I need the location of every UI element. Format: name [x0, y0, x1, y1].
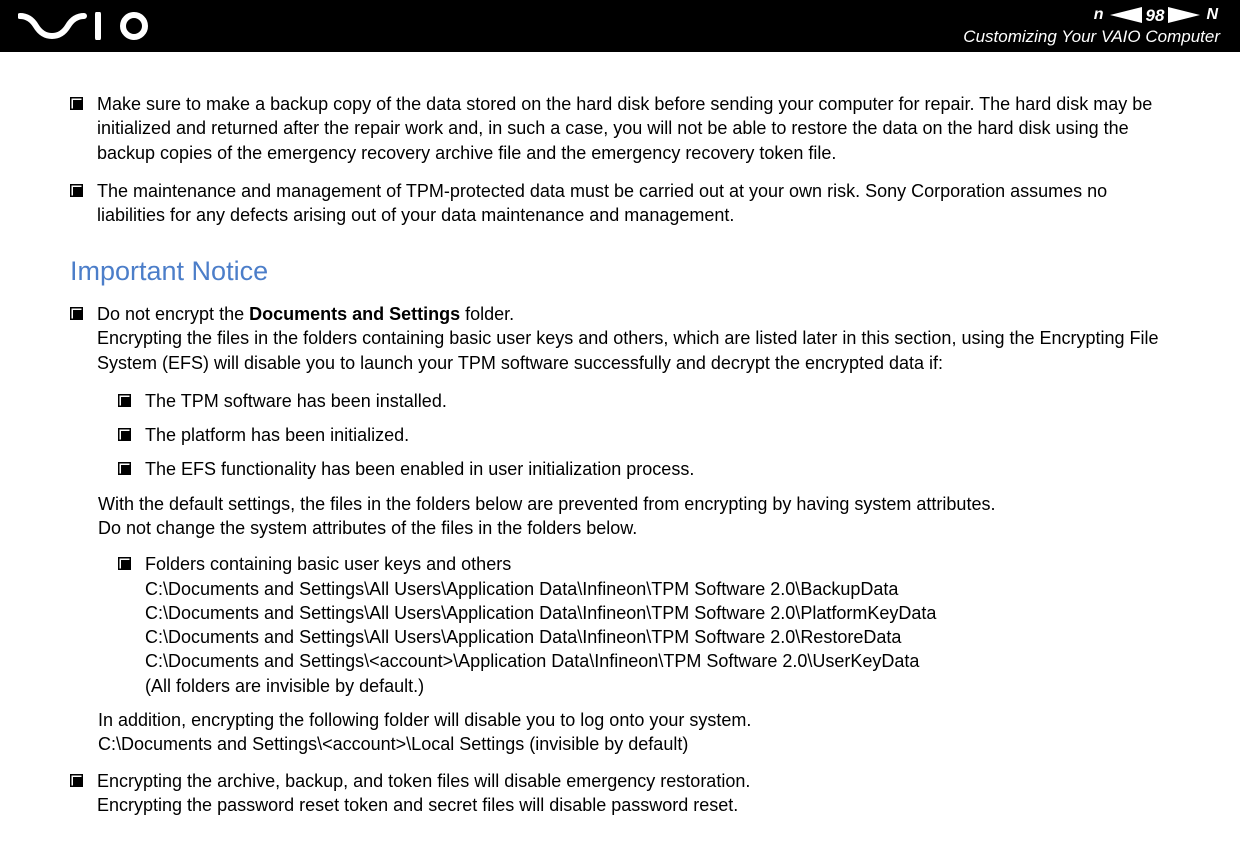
list-item: Folders containing basic user keys and o… — [118, 552, 1170, 698]
list-item-text: The TPM software has been installed. — [145, 389, 1170, 413]
square-bullet-icon — [70, 184, 83, 197]
header-subtitle: Customizing Your VAIO Computer — [963, 26, 1220, 47]
text-segment: Encrypting the files in the folders cont… — [97, 328, 1159, 372]
text-line: C:\Documents and Settings\All Users\Appl… — [145, 579, 898, 599]
arrow-left-icon[interactable] — [1110, 7, 1142, 23]
list-item-text: The EFS functionality has been enabled i… — [145, 457, 1170, 481]
nav-arrows: n 98 N — [963, 5, 1220, 26]
docs-settings-bold: Documents and Settings — [249, 304, 460, 324]
square-bullet-icon — [118, 394, 131, 407]
list-item-text: The maintenance and management of TPM-pr… — [97, 179, 1170, 228]
page-content: Make sure to make a backup copy of the d… — [0, 52, 1240, 861]
square-bullet-icon — [118, 462, 131, 475]
list-item: The EFS functionality has been enabled i… — [118, 457, 1170, 481]
text-line: C:\Documents and Settings\<account>\Loca… — [98, 734, 688, 754]
sub-bullet-list: The TPM software has been installed. The… — [118, 389, 1170, 482]
square-bullet-icon — [118, 428, 131, 441]
square-bullet-icon — [118, 557, 131, 570]
text-line: (All folders are invisible by default.) — [145, 676, 424, 696]
vaio-logo — [18, 12, 163, 40]
text-line: Encrypting the password reset token and … — [97, 795, 738, 815]
text-line: C:\Documents and Settings\All Users\Appl… — [145, 603, 936, 623]
text-segment: Do not encrypt the — [97, 304, 249, 324]
list-item-text: Folders containing basic user keys and o… — [145, 552, 1170, 698]
list-item: The TPM software has been installed. — [118, 389, 1170, 413]
page-number: 98 — [1146, 5, 1165, 26]
text-line: Folders containing basic user keys and o… — [145, 554, 511, 574]
text-line: C:\Documents and Settings\All Users\Appl… — [145, 627, 901, 647]
n-label-right: N — [1204, 5, 1220, 25]
text-line: Do not change the system attributes of t… — [98, 518, 637, 538]
list-item: Do not encrypt the Documents and Setting… — [70, 302, 1170, 375]
arrow-right-icon[interactable] — [1168, 7, 1200, 23]
list-item-text: The platform has been initialized. — [145, 423, 1170, 447]
page-header: n 98 N Customizing Your VAIO Computer — [0, 0, 1240, 52]
text-line: With the default settings, the files in … — [98, 494, 995, 514]
text-segment: folder. — [460, 304, 514, 324]
header-right: n 98 N Customizing Your VAIO Computer — [963, 5, 1220, 48]
square-bullet-icon — [70, 307, 83, 320]
list-item: The maintenance and management of TPM-pr… — [70, 179, 1170, 228]
list-item: Encrypting the archive, backup, and toke… — [70, 769, 1170, 818]
list-item: The platform has been initialized. — [118, 423, 1170, 447]
list-item-text: Make sure to make a backup copy of the d… — [97, 92, 1170, 165]
square-bullet-icon — [70, 97, 83, 110]
text-line: Encrypting the archive, backup, and toke… — [97, 771, 750, 791]
text-line: In addition, encrypting the following fo… — [98, 710, 751, 730]
paragraph: In addition, encrypting the following fo… — [98, 708, 1170, 757]
important-notice-heading: Important Notice — [70, 253, 1170, 289]
text-line: C:\Documents and Settings\<account>\Appl… — [145, 651, 919, 671]
square-bullet-icon — [70, 774, 83, 787]
n-label-left: n — [1092, 5, 1106, 25]
list-item: Make sure to make a backup copy of the d… — [70, 92, 1170, 165]
paragraph: With the default settings, the files in … — [98, 492, 1170, 541]
list-item-text: Encrypting the archive, backup, and toke… — [97, 769, 1170, 818]
list-item-text: Do not encrypt the Documents and Setting… — [97, 302, 1170, 375]
sub-bullet-list: Folders containing basic user keys and o… — [118, 552, 1170, 698]
